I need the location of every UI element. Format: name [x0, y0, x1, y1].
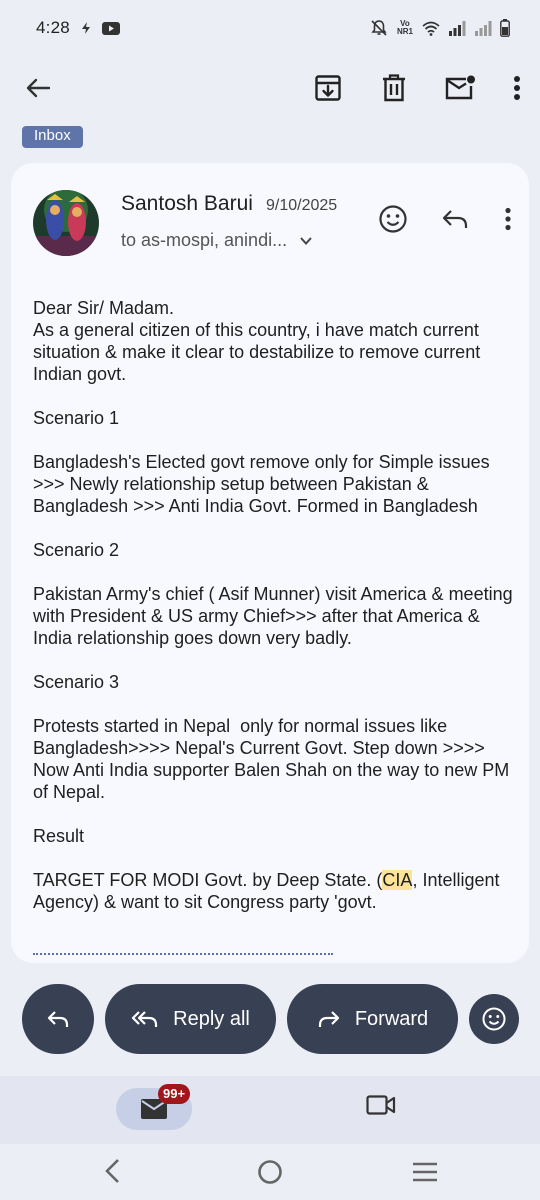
add-reaction-button[interactable] — [369, 195, 417, 243]
email-body-line — [33, 517, 513, 539]
bottom-actions: Reply all Forward — [0, 984, 540, 1054]
emoji-icon — [482, 1007, 506, 1031]
email-body-line: Result — [33, 826, 85, 846]
chevron-left-icon — [105, 1159, 119, 1183]
back-arrow-icon — [26, 78, 51, 98]
system-home-button[interactable] — [257, 1159, 283, 1190]
email-body-line: Pakistan Army's chief ( Asif Munner) vis… — [33, 584, 518, 648]
forward-button[interactable]: Forward — [287, 984, 458, 1054]
highlighted-term: CIA — [382, 870, 413, 890]
email-body-lines: Dear Sir/ Madam. As a general citizen of … — [33, 297, 513, 869]
reply-icon — [442, 210, 468, 228]
inbox-label-chip[interactable]: Inbox — [22, 126, 83, 148]
bottom-navigation: 99+ — [0, 1076, 540, 1144]
more-options-button[interactable] — [502, 64, 532, 112]
email-body-line — [33, 847, 513, 869]
mark-unread-button[interactable] — [436, 64, 484, 112]
meet-tab[interactable] — [366, 1094, 396, 1121]
email-body-line: As a general citizen of this country, i … — [33, 320, 486, 384]
email-body: Dear Sir/ Madam. As a general citizen of … — [33, 297, 513, 913]
notifications-off-icon — [370, 19, 388, 37]
signal-icon — [448, 20, 466, 36]
email-body-line: Scenario 2 — [33, 540, 120, 560]
reply-button-header[interactable] — [431, 195, 479, 243]
delete-icon — [383, 74, 405, 102]
email-card: Santosh Barui 9/10/2025 to as-mospi, ani… — [11, 163, 529, 963]
system-back-button[interactable] — [102, 1158, 122, 1189]
chevron-down-icon — [300, 236, 312, 245]
mark-unread-icon — [445, 75, 475, 100]
more-vert-icon — [505, 207, 511, 231]
reply-all-label: Reply all — [173, 1007, 250, 1030]
delete-button[interactable] — [370, 64, 418, 112]
forward-label: Forward — [354, 1007, 429, 1030]
battery-icon — [500, 19, 510, 37]
volte-icon: Vo NR1 — [396, 19, 413, 36]
status-time: 4:28 — [36, 18, 70, 37]
recipients-text: to as-mospi, anindi... — [121, 230, 288, 250]
forward-icon — [318, 1011, 339, 1027]
archive-icon — [315, 75, 341, 101]
reply-all-button[interactable]: Reply all — [105, 984, 276, 1054]
truncated-link[interactable] — [33, 953, 333, 957]
recipients-toggle[interactable]: to as-mospi, anindi... — [121, 230, 313, 251]
reply-all-icon — [132, 1011, 158, 1027]
signal-2-icon — [474, 20, 492, 36]
more-vert-icon — [514, 76, 520, 100]
sender-name: Santosh Barui — [121, 192, 253, 215]
wifi-icon — [422, 21, 440, 36]
recents-icon — [413, 1162, 437, 1182]
reply-button[interactable] — [22, 984, 94, 1054]
emoji-icon — [379, 205, 407, 233]
home-circle-icon — [258, 1160, 282, 1184]
status-bar: 4:28 Vo NR1 — [0, 0, 540, 56]
system-recents-button[interactable] — [412, 1162, 438, 1187]
email-body-line: Scenario 3 — [33, 672, 120, 692]
back-button[interactable] — [14, 64, 62, 112]
system-navigation — [0, 1144, 540, 1200]
email-body-line — [33, 429, 513, 451]
email-body-line: Bangladesh's Elected govt remove only fo… — [33, 452, 495, 516]
react-button[interactable] — [469, 994, 519, 1044]
top-app-bar — [0, 58, 540, 118]
email-body-line: Scenario 1 — [33, 408, 120, 428]
unread-count-badge: 99+ — [158, 1084, 191, 1104]
email-body-line: Protests started in Nepal only for norma… — [33, 716, 515, 802]
email-body-line — [33, 693, 513, 715]
youtube-icon — [101, 21, 120, 35]
email-body-line — [33, 649, 513, 671]
sender-avatar[interactable] — [33, 190, 99, 256]
flash-icon — [80, 21, 92, 35]
reply-icon — [47, 1011, 69, 1027]
message-more-button[interactable] — [493, 195, 523, 243]
archive-button[interactable] — [304, 64, 352, 112]
email-result-line: TARGET FOR MODI Govt. by Deep State. (CI… — [33, 870, 504, 912]
email-body-line — [33, 561, 513, 583]
email-body-line — [33, 385, 513, 407]
email-body-line — [33, 803, 513, 825]
email-date: 9/10/2025 — [266, 197, 338, 214]
email-body-line: Dear Sir/ Madam. — [33, 298, 175, 318]
video-camera-icon — [366, 1095, 396, 1115]
